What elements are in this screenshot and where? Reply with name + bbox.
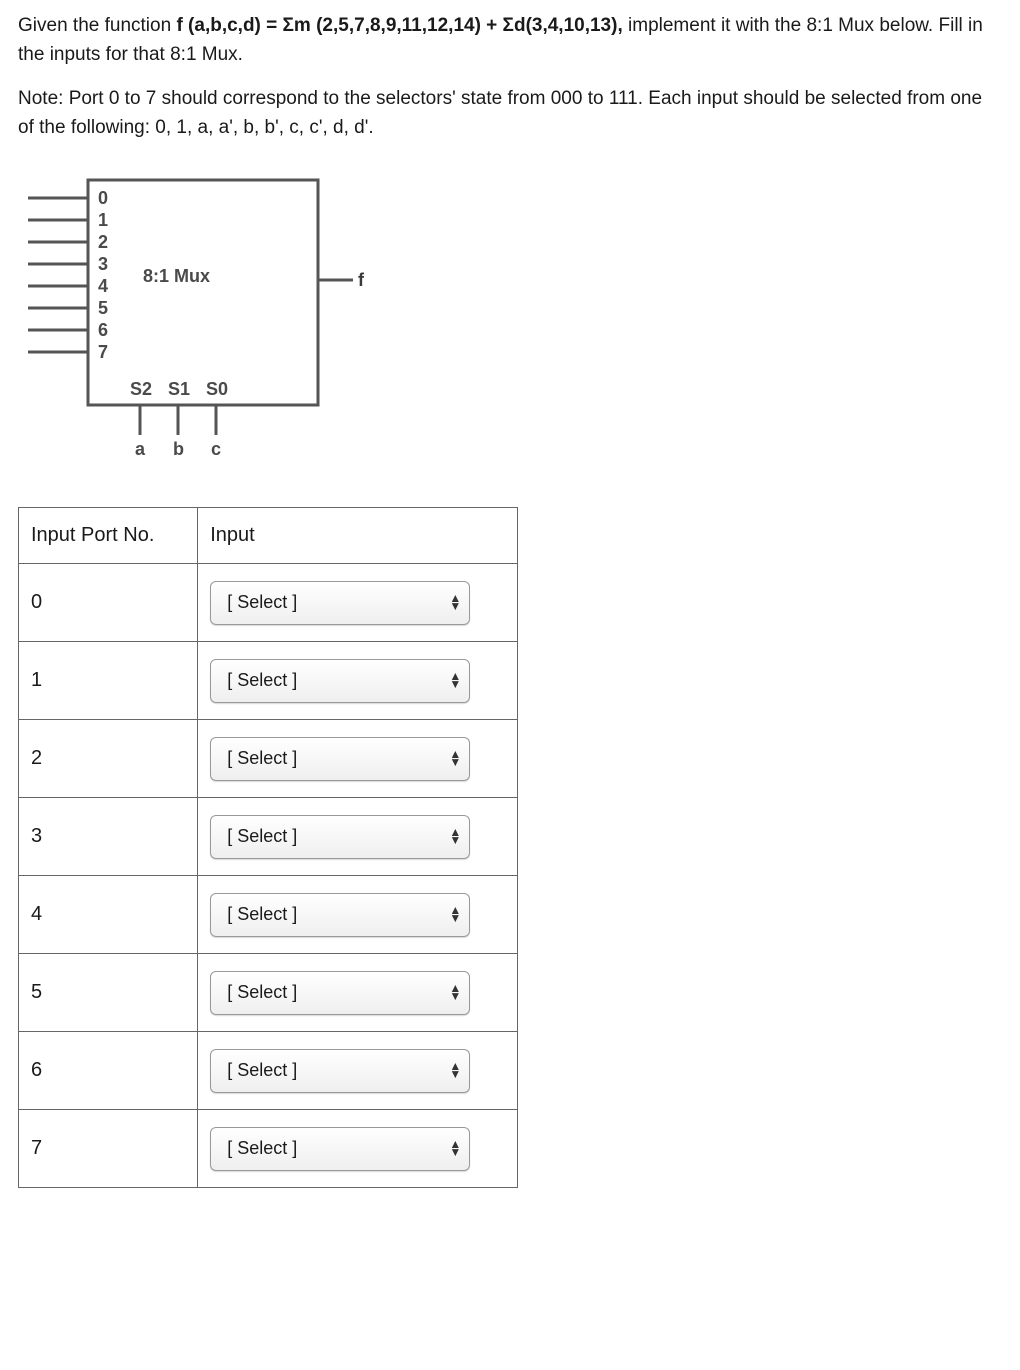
mux-input-1: 1	[98, 210, 108, 230]
mux-sel-top-1: S1	[168, 379, 190, 399]
select-stepper-icon: ▲▼	[449, 1141, 461, 1155]
select-stepper-icon: ▲▼	[449, 985, 461, 999]
table-row: 1 [ Select ] ▲▼	[19, 642, 518, 720]
mux-input-4: 4	[98, 276, 108, 296]
note-text: Note: Port 0 to 7 should correspond to t…	[18, 85, 1002, 142]
table-body: 0[ Select ]▲▼1[ Select ]▲▼2[ Select ]▲▼3…	[19, 564, 518, 1188]
input-select-6[interactable]: [ Select ] ▲▼	[210, 1049, 470, 1093]
port-cell: 5	[19, 954, 198, 1032]
table-row: 5 [ Select ] ▲▼	[19, 954, 518, 1032]
input-select-4[interactable]: [ Select ] ▲▼	[210, 893, 470, 937]
mux-sel-bot-0: a	[135, 439, 146, 459]
select-label: [ Select ]	[227, 592, 297, 613]
mux-input-3: 3	[98, 254, 108, 274]
port-cell: 2	[19, 720, 198, 798]
input-select-5[interactable]: [ Select ] ▲▼	[210, 971, 470, 1015]
input-select-2[interactable]: [ Select ] ▲▼	[210, 737, 470, 781]
port-cell: 0	[19, 564, 198, 642]
port-cell: 1	[19, 642, 198, 720]
question-function: f (a,b,c,d) = Σm (2,5,7,8,9,11,12,14) + …	[176, 15, 628, 36]
input-cell: [ Select ] ▲▼	[198, 1032, 518, 1110]
mux-sel-top-0: S2	[130, 379, 152, 399]
select-stepper-icon: ▲▼	[449, 673, 461, 687]
input-cell: [ Select ] ▲▼	[198, 720, 518, 798]
mux-input-7: 7	[98, 342, 108, 362]
input-cell: [ Select ] ▲▼	[198, 798, 518, 876]
input-cell: [ Select ] ▲▼	[198, 642, 518, 720]
select-label: [ Select ]	[227, 748, 297, 769]
question-prefix: Given the function	[18, 15, 176, 36]
mux-sel-bot-1: b	[173, 439, 184, 459]
table-row: 6 [ Select ] ▲▼	[19, 1032, 518, 1110]
mux-input-2: 2	[98, 232, 108, 252]
input-cell: [ Select ] ▲▼	[198, 954, 518, 1032]
port-cell: 6	[19, 1032, 198, 1110]
question-text: Given the function f (a,b,c,d) = Σm (2,5…	[18, 12, 1002, 69]
select-stepper-icon: ▲▼	[449, 907, 461, 921]
table-header-port: Input Port No.	[19, 508, 198, 564]
table-row: 7 [ Select ] ▲▼	[19, 1110, 518, 1188]
input-select-0[interactable]: [ Select ] ▲▼	[210, 581, 470, 625]
input-cell: [ Select ] ▲▼	[198, 876, 518, 954]
answer-table: Input Port No. Input 0 [ Select ] ▲▼ 1 [ Sel…	[18, 507, 518, 1188]
select-stepper-icon: ▲▼	[449, 1063, 461, 1077]
select-stepper-icon: ▲▼	[449, 751, 461, 765]
select-stepper-icon: ▲▼	[449, 829, 461, 843]
mux-input-0: 0	[98, 188, 108, 208]
select-label: [ Select ]	[227, 826, 297, 847]
select-stepper-icon: ▲▼	[449, 595, 461, 609]
mux-input-5: 5	[98, 298, 108, 318]
input-select-1[interactable]: [ Select ] ▲▼	[210, 659, 470, 703]
port-cell: 4	[19, 876, 198, 954]
input-cell: [ Select ] ▲▼	[198, 564, 518, 642]
input-select-7[interactable]: [ Select ] ▲▼	[210, 1127, 470, 1171]
port-cell: 3	[19, 798, 198, 876]
select-label: [ Select ]	[227, 982, 297, 1003]
mux-diagram: 0 1 2 3 4 5 6 7 8:1 Mux f S2 S1 S0 a b	[18, 170, 1002, 465]
mux-label: 8:1 Mux	[143, 266, 210, 286]
mux-sel-top-2: S0	[206, 379, 228, 399]
select-label: [ Select ]	[227, 1138, 297, 1159]
table-row: 2 [ Select ] ▲▼	[19, 720, 518, 798]
select-label: [ Select ]	[227, 1060, 297, 1081]
table-row: 0 [ Select ] ▲▼	[19, 564, 518, 642]
mux-sel-bot-2: c	[211, 439, 221, 459]
input-cell: [ Select ] ▲▼	[198, 1110, 518, 1188]
mux-input-6: 6	[98, 320, 108, 340]
mux-output: f	[358, 270, 365, 290]
select-label: [ Select ]	[227, 904, 297, 925]
table-header-input: Input	[198, 508, 518, 564]
input-select-3[interactable]: [ Select ] ▲▼	[210, 815, 470, 859]
port-cell: 7	[19, 1110, 198, 1188]
table-row: 4 [ Select ] ▲▼	[19, 876, 518, 954]
table-row: 3 [ Select ] ▲▼	[19, 798, 518, 876]
select-label: [ Select ]	[227, 670, 297, 691]
